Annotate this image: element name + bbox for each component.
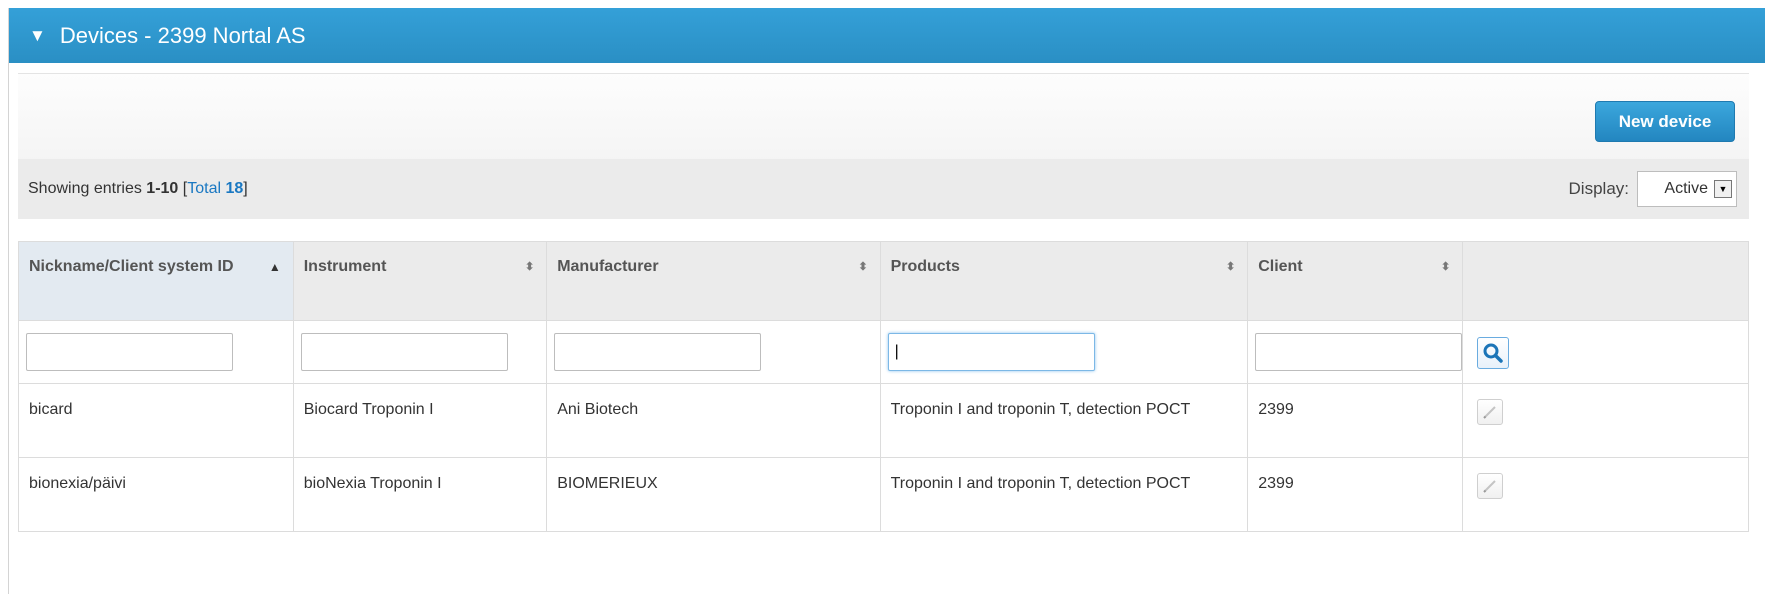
panel-header[interactable]: ▼ Devices - 2399 Nortal AS	[9, 8, 1765, 63]
devices-table: Nickname/Client system ID ▲ Instrument ⬍…	[18, 241, 1749, 532]
search-icon	[1483, 343, 1503, 363]
cell-products: Troponin I and troponin T, detection POC…	[879, 457, 1249, 532]
column-header-products[interactable]: Products ⬍	[879, 241, 1249, 321]
sort-both-icon: ⬍	[1440, 261, 1451, 273]
display-label: Display:	[1568, 179, 1629, 198]
pencil-icon	[1483, 480, 1496, 493]
cell-manufacturer: BIOMERIEUX	[546, 457, 881, 532]
cell-instrument: bioNexia Troponin I	[292, 457, 548, 532]
total-link[interactable]: Total 18	[187, 180, 243, 197]
cell-nickname: bicard	[18, 383, 294, 458]
table-header-row: Nickname/Client system ID ▲ Instrument ⬍…	[18, 241, 1749, 321]
sort-asc-icon: ▲	[268, 260, 281, 274]
cell-products: Troponin I and troponin T, detection POC…	[879, 383, 1249, 458]
cell-nickname: bionexia/päivi	[18, 457, 294, 532]
instrument-filter-input[interactable]	[300, 333, 508, 371]
display-filter: Display: Active ▼	[1569, 171, 1737, 207]
filter-row	[18, 320, 1749, 384]
cell-instrument: Biocard Troponin I	[292, 383, 548, 458]
new-device-button[interactable]: New device	[1595, 101, 1735, 142]
triangle-down-icon[interactable]: ▼	[29, 27, 46, 44]
table-row[interactable]: bionexia/päivi bioNexia Troponin I BIOME…	[18, 457, 1749, 532]
cell-manufacturer: Ani Biotech	[546, 383, 881, 458]
sort-both-icon: ⬍	[858, 261, 868, 273]
display-select[interactable]: Active ▼	[1637, 171, 1737, 207]
sort-both-icon: ⬍	[524, 261, 535, 273]
column-header-nickname[interactable]: Nickname/Client system ID ▲	[18, 241, 294, 321]
manufacturer-filter-input[interactable]	[554, 333, 762, 371]
column-header-actions	[1462, 241, 1749, 321]
search-button[interactable]	[1477, 337, 1510, 369]
edit-button[interactable]	[1477, 399, 1504, 425]
cell-actions	[1462, 457, 1749, 532]
toolbar: New device	[18, 73, 1749, 164]
entries-info-bar: Showing entries 1-10 [Total 18] Display:…	[18, 159, 1749, 219]
nickname-filter-input[interactable]	[26, 333, 233, 371]
table-row[interactable]: bicard Biocard Troponin I Ani Biotech Tr…	[18, 383, 1749, 458]
cell-client: 2399	[1247, 457, 1464, 532]
entries-range: 1-10	[146, 180, 179, 197]
client-filter-input[interactable]	[1255, 333, 1463, 371]
column-header-manufacturer[interactable]: Manufacturer ⬍	[546, 241, 881, 321]
products-filter-input[interactable]	[887, 333, 1095, 371]
sort-both-icon: ⬍	[1225, 261, 1236, 273]
display-selected-value: Active	[1664, 180, 1708, 197]
panel-title: Devices - 2399 Nortal AS	[59, 22, 306, 48]
entries-summary: Showing entries 1-10 [Total 18]	[28, 180, 248, 197]
cell-actions	[1462, 383, 1749, 458]
pencil-icon	[1483, 406, 1496, 419]
column-header-client[interactable]: Client ⬍	[1247, 241, 1464, 321]
edit-button[interactable]	[1477, 473, 1504, 499]
cell-client: 2399	[1247, 383, 1464, 458]
column-header-instrument[interactable]: Instrument ⬍	[292, 241, 548, 321]
chevron-down-icon[interactable]: ▼	[1714, 180, 1732, 198]
